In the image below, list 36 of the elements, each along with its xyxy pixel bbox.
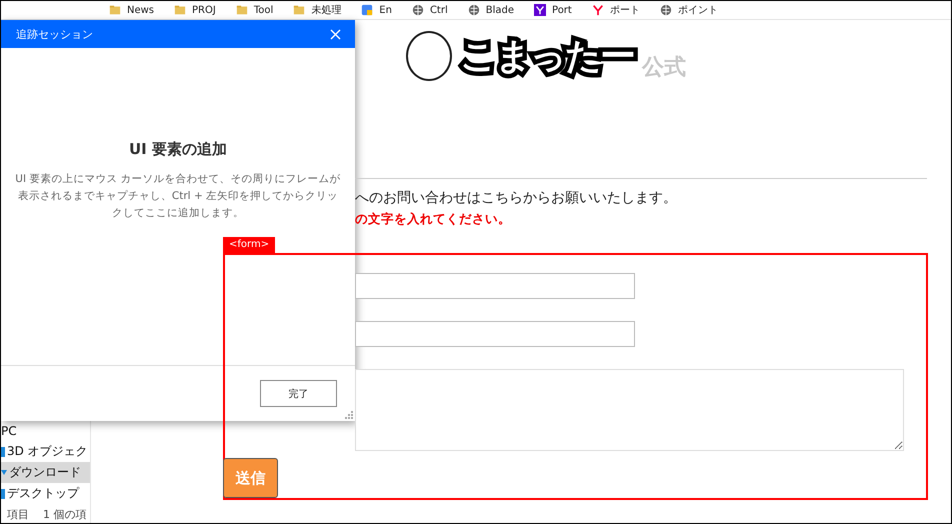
letter-y-icon <box>592 4 604 16</box>
status-text: 1 個の項 <box>43 506 86 522</box>
dialog-title: 追跡セッション <box>16 26 93 42</box>
avatar-circle <box>406 31 452 81</box>
bookmark-link[interactable]: Tool <box>254 4 274 16</box>
bookmark-link[interactable]: En <box>379 4 392 16</box>
text-field[interactable] <box>355 320 635 347</box>
bookmark-link[interactable]: Port <box>552 4 572 16</box>
bookmark-link[interactable]: 未処理 <box>311 3 342 17</box>
bookmark-link[interactable]: ポート <box>610 3 640 17</box>
intro-text: へのお問い合わせはこちらからお願いいたします。 <box>355 189 678 208</box>
bookmark-link[interactable]: ポイント <box>678 3 718 17</box>
text-field[interactable] <box>355 273 635 299</box>
nav-item[interactable]: デスクトップ <box>1 483 90 504</box>
bookmark-link[interactable]: News <box>127 4 154 16</box>
nav-item[interactable]: 3D オブジェク <box>1 441 90 462</box>
arrow-icon <box>1 470 7 475</box>
close-icon[interactable] <box>330 28 341 40</box>
bookmark-link[interactable]: Ctrl <box>430 4 448 16</box>
portal-icon <box>534 4 546 16</box>
nav-item[interactable]: PC <box>1 420 90 441</box>
status-text: 項目 <box>7 506 29 522</box>
message-field[interactable] <box>355 368 904 452</box>
dialog-heading: UI 要素の追加 <box>129 140 227 159</box>
resize-grip-icon[interactable] <box>345 411 353 419</box>
nav-item[interactable]: ダウンロード <box>1 462 90 483</box>
globe-icon <box>660 4 672 16</box>
bookmark-link[interactable]: PROJ <box>192 4 216 16</box>
form-tag: <form> <box>223 237 276 253</box>
dialog-message: UI 要素の上にマウス カーソルを合わせて、その周りにフレームが表示されるまでキャプチャし、Ctrl + 左矢印を押してからクリックしてここに追加します。 <box>14 172 342 221</box>
globe-icon <box>468 4 480 16</box>
warning-text: の文字を入れてください。 <box>355 210 512 228</box>
done-button[interactable]: 完了 <box>260 380 337 407</box>
square-icon <box>361 4 374 16</box>
globe-icon <box>412 4 424 16</box>
bookmark-link[interactable]: Blade <box>486 4 514 16</box>
